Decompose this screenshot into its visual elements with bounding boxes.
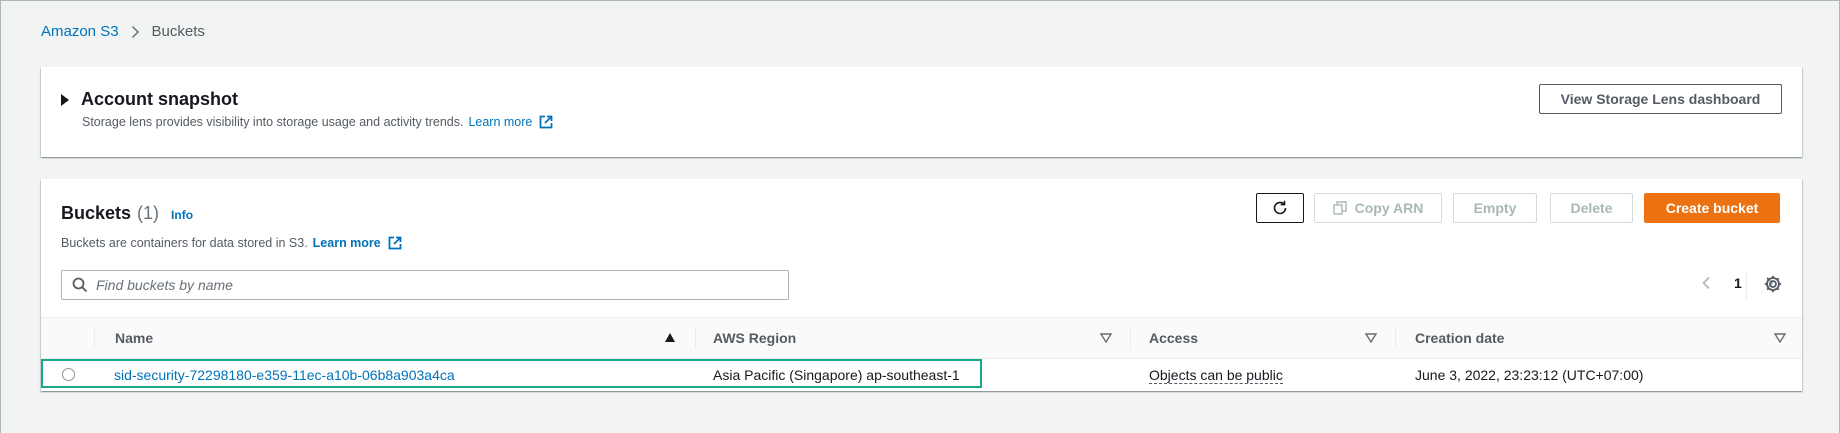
search-icon bbox=[72, 277, 88, 293]
refresh-icon bbox=[1273, 200, 1287, 215]
copy-arn-button[interactable]: Copy ARN bbox=[1314, 193, 1442, 223]
delete-button[interactable]: Delete bbox=[1550, 193, 1633, 223]
pager-divider bbox=[1746, 271, 1747, 299]
table-header: Name AWS Region Access Creation date bbox=[41, 317, 1802, 359]
copy-arn-label: Copy ARN bbox=[1354, 200, 1424, 216]
column-header-name[interactable]: Name bbox=[115, 318, 153, 358]
account-snapshot-title: Account snapshot bbox=[81, 89, 239, 109]
column-header-creation-date[interactable]: Creation date bbox=[1415, 318, 1504, 358]
buckets-header: Buckets (1) Info bbox=[61, 203, 193, 224]
sort-ascending-icon[interactable] bbox=[665, 333, 675, 342]
search-field[interactable] bbox=[61, 270, 789, 300]
buckets-title: Buckets bbox=[61, 203, 132, 223]
info-link[interactable]: Info bbox=[171, 208, 193, 222]
snapshot-learn-more-link[interactable]: Learn more bbox=[468, 115, 553, 129]
column-divider bbox=[1395, 327, 1396, 349]
buckets-description: Buckets are containers for data stored i… bbox=[61, 236, 402, 250]
buckets-learn-more-label: Learn more bbox=[312, 236, 381, 250]
snapshot-description-text: Storage lens provides visibility into st… bbox=[82, 115, 464, 129]
buckets-count: (1) bbox=[137, 203, 160, 223]
sort-icon[interactable] bbox=[1365, 333, 1377, 343]
refresh-button[interactable] bbox=[1256, 193, 1304, 223]
sort-icon[interactable] bbox=[1774, 333, 1786, 343]
search-input[interactable] bbox=[96, 277, 746, 293]
caret-right-icon[interactable] bbox=[61, 93, 69, 106]
column-divider bbox=[1130, 327, 1131, 349]
buckets-panel: Buckets (1) Info Buckets are containers … bbox=[41, 179, 1802, 391]
buckets-description-text: Buckets are containers for data stored i… bbox=[61, 236, 308, 250]
row-highlight-box bbox=[41, 359, 982, 388]
column-header-access[interactable]: Access bbox=[1149, 318, 1198, 358]
view-storage-lens-button[interactable]: View Storage Lens dashboard bbox=[1539, 84, 1782, 114]
account-snapshot-description: Storage lens provides visibility into st… bbox=[82, 115, 553, 129]
column-divider bbox=[695, 327, 696, 349]
external-link-icon bbox=[388, 236, 402, 250]
account-snapshot-toggle[interactable]: Account snapshot bbox=[61, 89, 238, 110]
settings-icon[interactable] bbox=[1763, 274, 1783, 294]
page-number[interactable]: 1 bbox=[1734, 275, 1742, 291]
breadcrumb-current: Buckets bbox=[151, 23, 205, 40]
column-header-region[interactable]: AWS Region bbox=[713, 318, 796, 358]
chevron-right-icon bbox=[131, 25, 140, 39]
account-snapshot-panel: Account snapshot Storage lens provides v… bbox=[41, 67, 1802, 157]
empty-button[interactable]: Empty bbox=[1453, 193, 1537, 223]
sort-icon[interactable] bbox=[1100, 333, 1112, 343]
create-bucket-button[interactable]: Create bucket bbox=[1644, 193, 1780, 223]
breadcrumb-link-amazon-s3[interactable]: Amazon S3 bbox=[41, 23, 119, 40]
bucket-access[interactable]: Objects can be public bbox=[1149, 367, 1283, 384]
buckets-learn-more-link[interactable]: Learn more bbox=[313, 236, 402, 250]
chevron-left-icon[interactable] bbox=[1696, 276, 1716, 290]
breadcrumb: Amazon S3 Buckets bbox=[41, 23, 205, 40]
copy-icon bbox=[1332, 201, 1347, 215]
external-link-icon bbox=[539, 115, 553, 129]
column-divider bbox=[94, 327, 95, 349]
snapshot-learn-more-label: Learn more bbox=[468, 115, 533, 129]
bucket-creation-date: June 3, 2022, 23:23:12 (UTC+07:00) bbox=[1415, 367, 1644, 383]
